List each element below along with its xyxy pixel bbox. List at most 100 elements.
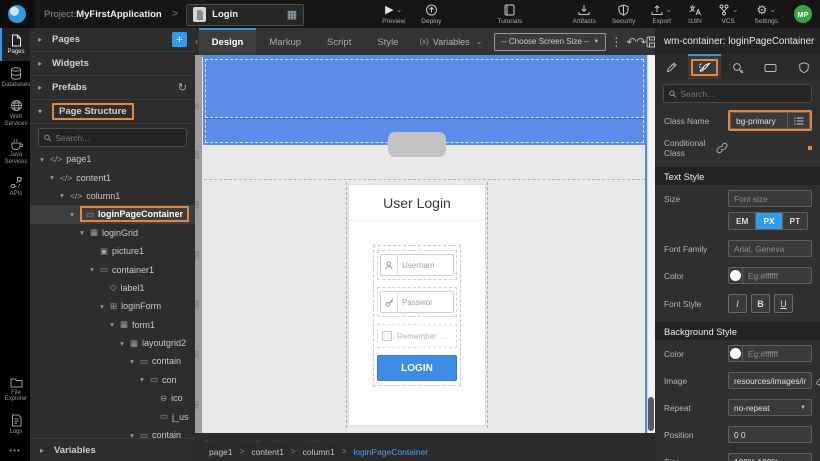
bg-image-link-button[interactable]: [816, 375, 820, 386]
tab-properties[interactable]: [655, 54, 688, 79]
design-canvas[interactable]: 50 100 150 200 250 300 350 User Login: [195, 55, 655, 433]
undo-button[interactable]: ↶: [626, 28, 636, 55]
tree-item-container1[interactable]: ▾▭container1: [30, 260, 195, 278]
login-card-column[interactable]: User Login Usernam: [346, 182, 488, 428]
font-size-input[interactable]: [728, 190, 812, 207]
structure-search-input[interactable]: [55, 133, 181, 143]
chevron-down-icon[interactable]: ▾: [98, 302, 106, 311]
chevron-down-icon[interactable]: ▾: [48, 173, 56, 182]
chevron-down-icon[interactable]: ▾: [128, 357, 136, 366]
security-button[interactable]: Security: [604, 0, 643, 28]
breadcrumb-page1[interactable]: page1: [209, 447, 233, 457]
tab-devices[interactable]: [754, 54, 787, 79]
background-style-section-header[interactable]: Background Style: [655, 322, 820, 340]
chevron-down-icon[interactable]: ▾: [78, 228, 86, 237]
scrollbar-thumb[interactable]: [648, 397, 654, 431]
preview-button[interactable]: ▶⌄ Preview: [374, 0, 413, 28]
tree-item-column1[interactable]: ▾</>column1: [30, 187, 195, 205]
breadcrumb-content1[interactable]: content1: [251, 447, 284, 457]
chevron-down-icon[interactable]: ▾: [58, 191, 66, 200]
tree-item-ico[interactable]: ⊖ico: [30, 389, 195, 407]
tree-item-j_us[interactable]: ▭j_us: [30, 407, 195, 425]
export-chevron-icon[interactable]: ⌄: [665, 4, 672, 16]
tree-item-loginForm[interactable]: ▾⊞loginForm: [30, 297, 195, 315]
rail-item-file-explorer[interactable]: File Explorer: [0, 371, 30, 408]
tree-item-content1[interactable]: ▾</>content1: [30, 168, 195, 186]
section-variables[interactable]: ▸ Variables: [30, 438, 195, 461]
tree-item-con[interactable]: ▾▭con: [30, 371, 195, 389]
chevron-down-icon[interactable]: ▾: [68, 210, 76, 219]
unit-em-button[interactable]: EM: [729, 213, 756, 229]
tree-item-label1[interactable]: ◇label1: [30, 279, 195, 297]
page-tab-login[interactable]: Login ▦: [186, 4, 304, 26]
app-logo[interactable]: [0, 0, 34, 28]
bg-color-input[interactable]: [742, 345, 812, 362]
underline-button[interactable]: U: [774, 294, 793, 313]
tab-design[interactable]: Design: [199, 28, 257, 55]
variables-dropdown[interactable]: (x) Variables ⌄: [411, 28, 490, 55]
text-style-section-header[interactable]: Text Style: [655, 167, 820, 185]
redo-button[interactable]: ↷: [636, 28, 646, 55]
tree-item-form1[interactable]: ▾▦form1: [30, 316, 195, 334]
unit-px-button[interactable]: PX: [756, 213, 782, 229]
picture1-placeholder[interactable]: [388, 132, 446, 157]
vcs-button[interactable]: ⌄ VCS: [710, 0, 747, 28]
screen-size-select[interactable]: -- Choose Screen Size -- ▼: [494, 33, 606, 51]
bg-position-input[interactable]: [728, 426, 812, 443]
tab-events[interactable]: [721, 54, 754, 79]
rail-more-icon[interactable]: •••: [0, 440, 30, 461]
deploy-button[interactable]: Deploy: [413, 0, 449, 28]
tree-item-loginPageContainer[interactable]: ▾▭loginPageContainer: [30, 205, 195, 223]
bg-size-input[interactable]: [728, 453, 812, 461]
chevron-down-icon[interactable]: ▾: [128, 431, 136, 438]
rail-item-apis[interactable]: APIs: [0, 170, 30, 203]
chevron-down-icon[interactable]: ▾: [108, 320, 116, 329]
rail-item-databases[interactable]: Databases: [0, 61, 30, 94]
username-field-wrapper[interactable]: Usernam: [377, 250, 457, 280]
more-options-button[interactable]: ⋮: [610, 28, 622, 55]
tutorials-button[interactable]: Tutorials: [490, 0, 531, 28]
chevron-down-icon[interactable]: ▾: [38, 155, 46, 164]
text-color-swatch[interactable]: [728, 267, 742, 284]
login-button[interactable]: LOGIN: [377, 355, 457, 381]
breadcrumb-column1[interactable]: column1: [303, 447, 335, 457]
page-tab-grid-icon[interactable]: ▦: [287, 8, 297, 21]
remember-checkbox[interactable]: [382, 331, 392, 341]
vcs-chevron-icon[interactable]: ⌄: [732, 4, 739, 16]
preview-chevron-icon[interactable]: ⌄: [396, 4, 403, 16]
chevron-down-icon[interactable]: ▾: [138, 375, 146, 384]
login-form[interactable]: Usernam Passwor: [373, 245, 461, 386]
user-avatar[interactable]: MP: [794, 5, 812, 23]
settings-chevron-icon[interactable]: ⌄: [769, 4, 776, 16]
conditional-class-link-button[interactable]: [716, 142, 728, 154]
login-card[interactable]: User Login Usernam: [348, 184, 486, 426]
rail-item-logs[interactable]: Logs: [0, 408, 30, 441]
rail-item-web-services[interactable]: Web Services: [0, 93, 30, 132]
i18n-button[interactable]: I18N: [680, 0, 710, 28]
class-list-button[interactable]: [788, 112, 810, 129]
login-page-container-canvas[interactable]: User Login Usernam: [202, 55, 647, 433]
unit-pt-button[interactable]: PT: [783, 213, 808, 229]
italic-button[interactable]: I: [728, 294, 747, 313]
bg-repeat-select[interactable]: no-repeat ▼: [728, 399, 812, 416]
tree-item-loginGrid[interactable]: ▾▦loginGrid: [30, 224, 195, 242]
bold-button[interactable]: B: [751, 294, 770, 313]
breadcrumb-loginpagecontainer[interactable]: loginPageContainer: [353, 447, 428, 457]
section-prefabs[interactable]: ▸ Prefabs ↻: [30, 76, 195, 100]
tab-styles[interactable]: [688, 54, 721, 79]
refresh-prefabs-icon[interactable]: ↻: [178, 81, 187, 94]
tree-item-layoutgrid2[interactable]: ▾▦layoutgrid2: [30, 334, 195, 352]
tree-item-page1[interactable]: ▾</>page1: [30, 150, 195, 168]
password-field-wrapper[interactable]: Passwor: [377, 287, 457, 317]
font-family-input[interactable]: [728, 240, 812, 257]
username-input[interactable]: Usernam: [398, 261, 453, 270]
bg-image-input[interactable]: [728, 372, 812, 389]
export-button[interactable]: ⌄ Export: [643, 0, 680, 28]
rail-item-java-services[interactable]: Java Services: [0, 132, 30, 170]
section-pages[interactable]: ▸ Pages +: [30, 28, 195, 52]
class-name-input[interactable]: [730, 112, 788, 129]
remember-me-wrapper[interactable]: Remember ...: [377, 324, 457, 348]
properties-search-input[interactable]: [680, 89, 806, 99]
bg-color-swatch[interactable]: [728, 345, 742, 362]
settings-button[interactable]: ⚙⌄ Settings: [747, 0, 787, 28]
